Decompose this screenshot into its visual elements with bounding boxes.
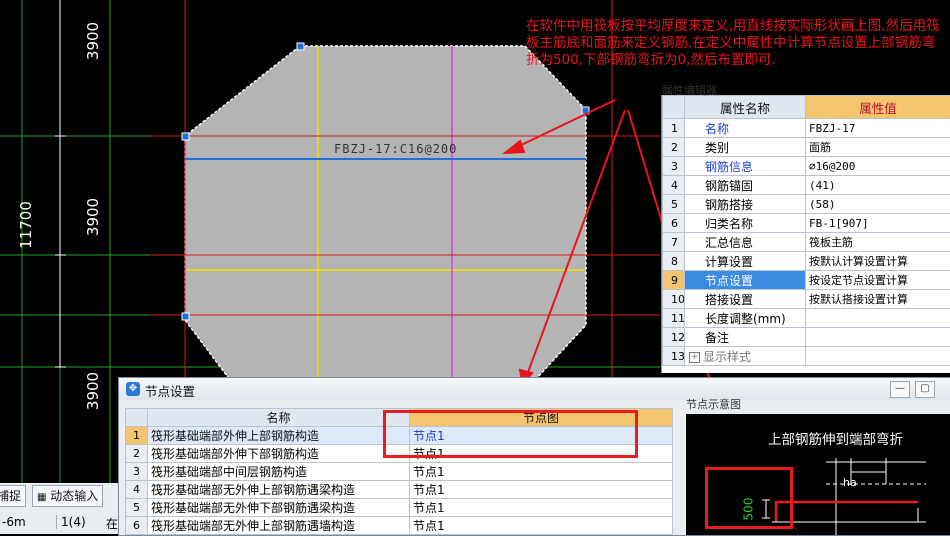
property-row[interactable]: 3钢筋信息⌀16@200 — [663, 157, 950, 176]
node-row[interactable]: 4筏形基础端部无外伸上部钢筋遇梁构造节点1 — [126, 481, 673, 499]
property-table: 属性名称 属性值 1名称FBZJ-17 2类别面筋 3钢筋信息⌀16@200 4… — [662, 95, 950, 366]
grip-point[interactable] — [297, 43, 304, 50]
node-row[interactable]: 5筏形基础端部无外伸下部钢筋遇梁构造节点1 — [126, 499, 673, 517]
dimension-segment: 3900 — [84, 22, 102, 60]
maximize-icon[interactable]: ▢ — [915, 381, 935, 398]
grip-point[interactable] — [182, 133, 189, 140]
dynamic-input-button[interactable]: ▦ 动态输入 — [32, 485, 103, 507]
dimension-segment: 3900 — [84, 372, 102, 410]
raft-slab[interactable] — [185, 46, 586, 380]
elevation-readout: -6m — [2, 515, 26, 529]
minimize-icon[interactable]: — — [890, 381, 910, 398]
layer-readout: 1(4) — [56, 515, 109, 529]
highlight-box — [705, 467, 793, 529]
highlight-box — [383, 410, 638, 458]
header-property-value: 属性值 — [806, 96, 950, 119]
property-table-header: 属性名称 属性值 — [663, 96, 950, 119]
property-row[interactable]: 10搭接设置按默认搭接设置计算 — [663, 290, 950, 309]
grip-point[interactable] — [182, 313, 189, 320]
dimension-segment: 3900 — [84, 198, 102, 236]
property-row[interactable]: 5钢筋搭接(58) — [663, 195, 950, 214]
expand-icon[interactable]: + — [689, 352, 700, 363]
property-row-selected[interactable]: 9节点设置按设定节点设置计算 — [663, 271, 950, 290]
dimension-total: 11700 — [17, 201, 35, 249]
property-row[interactable]: 11长度调整(mm) — [663, 309, 950, 328]
property-row[interactable]: 7汇总信息筏板主筋 — [663, 233, 950, 252]
property-row[interactable]: 4钢筋锚固(41) — [663, 176, 950, 195]
preview-header: 节点示意图 — [686, 396, 741, 412]
property-panel: 属性编辑器 属性名称 属性值 1名称FBZJ-17 2类别面筋 3钢筋信息⌀16… — [661, 95, 950, 373]
property-row[interactable]: 2类别面筋 — [663, 138, 950, 157]
property-row[interactable]: 1名称FBZJ-17 — [663, 119, 950, 138]
node-row[interactable]: 6筏形基础端部无外伸上部钢筋遇墙构造节点1 — [126, 517, 673, 535]
node-row[interactable]: 3筏形基础端部中间层钢筋构造节点1 — [126, 463, 673, 481]
property-row[interactable]: 8计算设置按默认计算设置计算 — [663, 252, 950, 271]
property-panel-title: 属性编辑器 — [662, 82, 782, 95]
property-row[interactable]: 13+显示样式 — [663, 347, 950, 366]
dialog-title: 节点设置 — [145, 381, 195, 400]
app-icon: ✥ — [126, 382, 140, 396]
header-name: 名称 — [148, 409, 410, 427]
status-extra: 在 — [106, 515, 118, 532]
dynamic-input-icon: ▦ — [37, 492, 46, 503]
dialog-titlebar[interactable]: ✥ 节点设置 — ▢ — [119, 378, 950, 400]
status-bar: 捕捉 ▦ 动态输入 -6m 1(4) 在 — [0, 483, 118, 534]
property-row[interactable]: 12备注 — [663, 328, 950, 347]
preview-ha-label: ha — [843, 476, 857, 489]
header-property-name: 属性名称 — [685, 96, 806, 119]
property-row[interactable]: 6归类名称FB-1[907] — [663, 214, 950, 233]
rebar-label: FBZJ-17:C16@200 — [334, 142, 457, 156]
annotation-text: 在软件中用筏板按平均厚度来定义,用直线按实际形状画上图,然后用筏板主筋底和面筋来… — [526, 18, 946, 69]
snap-button[interactable]: 捕捉 — [0, 485, 26, 507]
